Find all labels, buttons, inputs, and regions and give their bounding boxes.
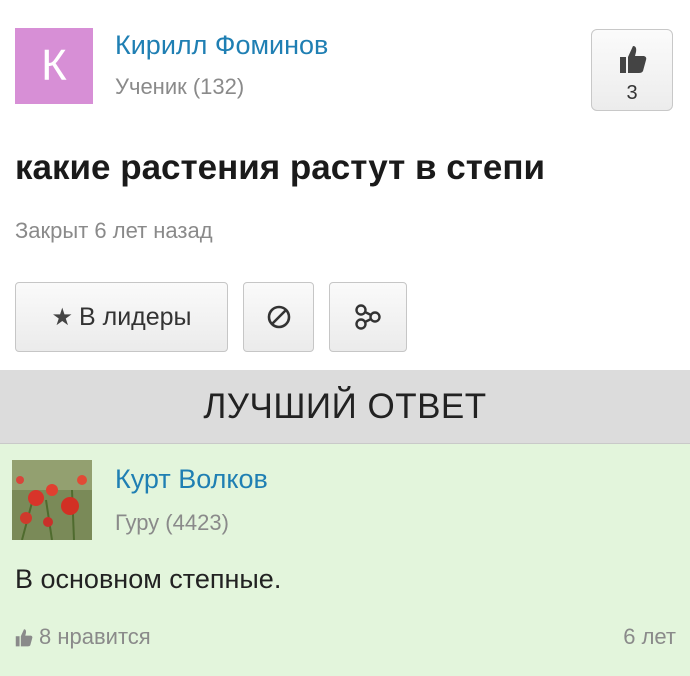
like-count: 3	[626, 82, 638, 104]
to-leaders-button[interactable]: ★ В лидеры	[15, 282, 228, 352]
best-answer-card: Курт Волков Гуру (4423) В основном степн…	[0, 444, 690, 676]
like-button[interactable]: 3	[591, 29, 673, 111]
question-status: Закрыт 6 лет назад	[15, 218, 213, 243]
answer-author-rank: Гуру (4423)	[115, 510, 229, 535]
author-name-link[interactable]: Кирилл Фоминов	[115, 30, 328, 61]
author-rank: Ученик (132)	[115, 74, 245, 99]
share-icon	[355, 304, 381, 330]
answer-author-avatar[interactable]	[12, 460, 92, 540]
answer-age: 6 лет	[623, 624, 676, 649]
block-button[interactable]	[243, 282, 314, 352]
question-card: К Кирилл Фоминов Ученик (132) 3 какие ра…	[0, 0, 690, 370]
to-leaders-label: В лидеры	[78, 302, 192, 331]
question-title: какие растения растут в степи	[15, 148, 545, 187]
author-avatar[interactable]: К	[15, 28, 93, 104]
thumbs-up-icon	[15, 628, 33, 646]
answer-author-name-link[interactable]: Курт Волков	[115, 464, 268, 495]
block-icon	[267, 305, 290, 329]
share-button[interactable]	[329, 282, 407, 352]
star-icon: ★	[51, 303, 73, 331]
answer-text: В основном степные.	[15, 564, 282, 594]
answer-likes[interactable]: 8 нравится	[15, 624, 151, 650]
answer-likes-label: 8 нравится	[39, 624, 151, 649]
best-answer-header: ЛУЧШИЙ ОТВЕТ	[0, 370, 690, 444]
thumbs-up-icon	[620, 46, 647, 73]
